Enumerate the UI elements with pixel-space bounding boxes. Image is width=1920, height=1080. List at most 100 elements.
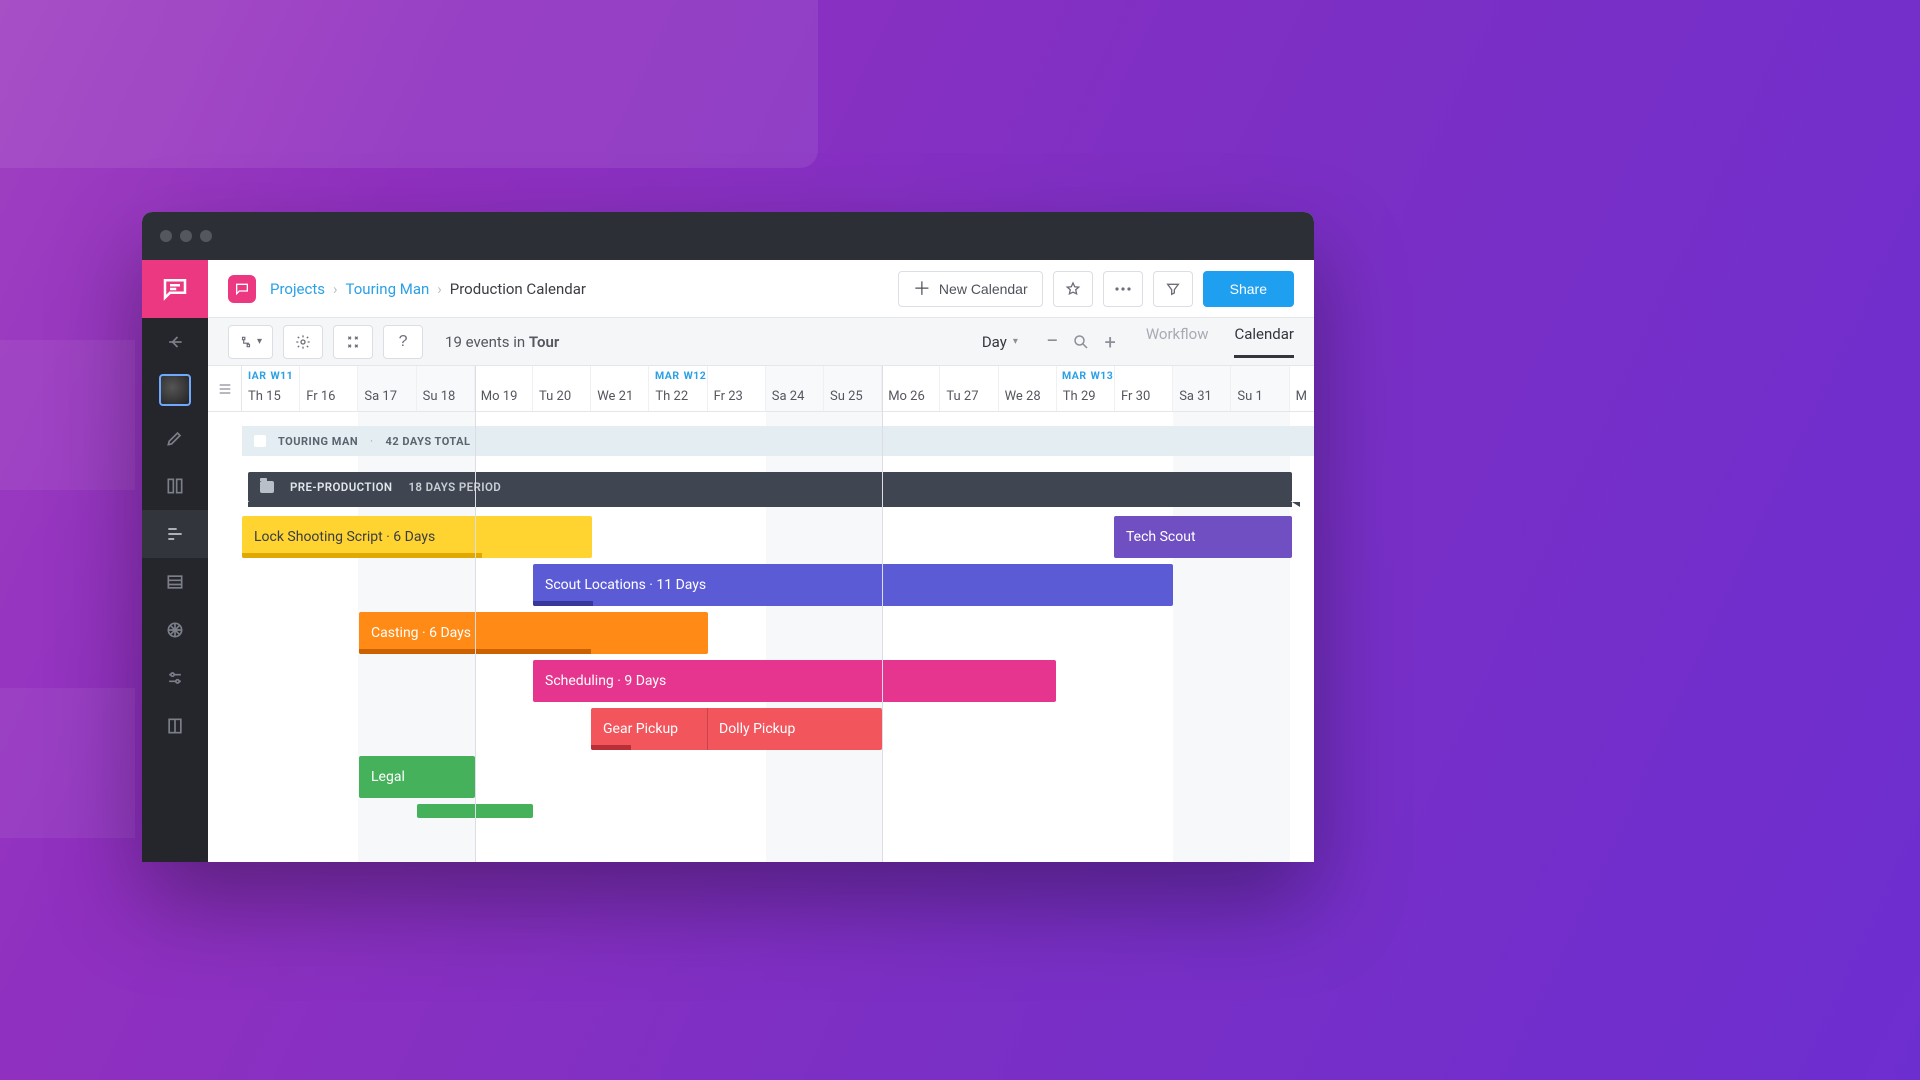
event-label: Scheduling · 9 Days [545,673,666,689]
rail-docs-icon[interactable] [142,702,208,750]
event-tech-scout[interactable]: Tech Scout [1114,516,1292,558]
phase-tail [248,502,1292,507]
timeline-body: TOURING MAN · 42 DAYS TOTAL PRE-PRODUCTI… [242,412,1314,862]
event-label: Dolly Pickup [719,721,795,737]
day-label: Th 22 [655,389,688,404]
folder-icon [260,481,274,493]
day-header-cell[interactable]: Tu 20 [533,366,591,411]
day-header-cell[interactable]: Mo 19 [475,366,533,411]
event-count: 19 events in Tour [445,333,559,351]
rail-back[interactable] [142,318,208,366]
day-label: Fr 16 [306,389,335,404]
rail-list-icon[interactable] [142,558,208,606]
day-header-cell[interactable]: Su 18 [417,366,475,411]
bg-decor [0,688,135,838]
collapse-icon [345,334,361,350]
rail-gantt-icon[interactable] [142,510,208,558]
day-header-cell[interactable]: Mo 26 [882,366,940,411]
phase-title: PRE-PRODUCTION [290,480,392,494]
breadcrumb-projects[interactable]: Projects [270,280,325,298]
event-gear-dolly[interactable]: Gear Pickup Dolly Pickup [591,708,882,750]
day-header-cell[interactable]: Fr 23 [708,366,766,411]
breadcrumb: Projects › Touring Man › Production Cale… [270,280,586,298]
event-label: Legal [371,769,405,785]
rail-sliders-icon[interactable] [142,654,208,702]
window-traffic-lights [160,230,212,242]
event-label: Scout Locations · 11 Days [545,577,706,593]
rail-reel-icon[interactable] [142,606,208,654]
app-logo[interactable] [142,260,208,318]
day-header-cell[interactable]: Su 1 [1231,366,1289,411]
day-header-cell[interactable]: We 28 [999,366,1057,411]
timeline-grid: Th 15 Fr 16 Sa 17 Su 18 Mo 19 Tu 20We 21 Th 22… [242,366,1314,862]
day-header-cell[interactable]: Fr 16 [300,366,358,411]
day-label: Su 25 [830,389,863,404]
gear-icon [295,334,311,350]
new-calendar-button[interactable]: ＋ New Calendar [898,271,1043,307]
chevron-down-icon: ▾ [257,336,262,347]
breadcrumb-project[interactable]: Touring Man [346,280,430,298]
day-header-cell[interactable]: Tu 27 [940,366,998,411]
breadcrumb-current: Production Calendar [450,280,586,298]
event-divider [707,708,708,750]
event-legal[interactable]: Legal [359,756,475,798]
zoom-out-button[interactable]: − [1046,329,1059,354]
fit-button[interactable] [333,325,373,359]
event-lock-script[interactable]: Lock Shooting Script · 6 Days [242,516,592,558]
timeline: Th 15 Fr 16 Sa 17 Su 18 Mo 19 Tu 20We 21 Th 22… [208,366,1314,862]
filter-icon [1165,281,1181,297]
zoom-reset-icon[interactable] [1072,333,1090,351]
day-header-cell[interactable]: We 21 [591,366,649,411]
header-app-badge[interactable] [228,275,256,303]
rail-edit-icon[interactable] [142,414,208,462]
traffic-minimize[interactable] [180,230,192,242]
hierarchy-dropdown[interactable]: ▾ [228,325,273,359]
rail-boards-icon[interactable] [142,462,208,510]
day-label: Sa 17 [364,389,397,404]
day-header-cell[interactable]: Su 25 [824,366,882,411]
plus-icon: ＋ [913,280,931,298]
more-horizontal-icon [1115,287,1131,291]
event-casting[interactable]: Casting · 6 Days [359,612,708,654]
share-button[interactable]: Share [1203,271,1294,307]
day-label: Tu 27 [946,389,978,404]
rail-project-thumb[interactable] [159,374,191,406]
calendar-toolbar: ▾ ? 19 events in Tour Day ▾ − + Workflow… [208,318,1314,366]
day-header-cell[interactable]: Sa 24 [766,366,824,411]
row-list-toggle[interactable] [208,366,242,412]
tab-calendar[interactable]: Calendar [1234,325,1294,358]
chevron-down-icon: ▾ [1013,336,1018,347]
day-header-cell[interactable]: Sa 31 [1173,366,1231,411]
help-button[interactable]: ? [383,325,423,359]
day-header-row: Th 15 Fr 16 Sa 17 Su 18 Mo 19 Tu 20We 21 Th 22… [242,366,1314,412]
phase-header[interactable]: PRE-PRODUCTION 18 DAYS PERIOD [248,472,1292,502]
day-header-cell[interactable]: Fr 30 [1115,366,1173,411]
day-header-cell[interactable]: M [1290,366,1314,411]
event-scout-locations[interactable]: Scout Locations · 11 Days [533,564,1173,606]
list-icon [217,381,233,397]
settings-button[interactable] [283,325,323,359]
event-progress [533,601,593,606]
traffic-zoom[interactable] [200,230,212,242]
more-button[interactable] [1103,271,1143,307]
favorite-button[interactable] [1053,271,1093,307]
day-label: Fr 30 [1121,389,1150,404]
scale-select[interactable]: Day ▾ [982,333,1018,351]
day-label: Th 15 [248,389,281,404]
event-scheduling[interactable]: Scheduling · 9 Days [533,660,1056,702]
tab-workflow[interactable]: Workflow [1146,325,1209,358]
day-header-cell[interactable]: Sa 17 [358,366,416,411]
filter-button[interactable] [1153,271,1193,307]
project-row-header[interactable]: TOURING MAN · 42 DAYS TOTAL [242,426,1314,456]
day-label: Mo 26 [888,389,925,404]
traffic-close[interactable] [160,230,172,242]
event-count-scope: Tour [529,333,559,351]
event-progress [591,745,631,750]
day-label: Mo 19 [481,389,518,404]
hierarchy-icon [239,335,253,349]
event-label: Lock Shooting Script · 6 Days [254,529,435,545]
chevron-right-icon: › [333,280,338,298]
event-progress [242,553,482,558]
zoom-in-button[interactable]: + [1104,330,1115,354]
event-label: Casting · 6 Days [371,625,471,641]
